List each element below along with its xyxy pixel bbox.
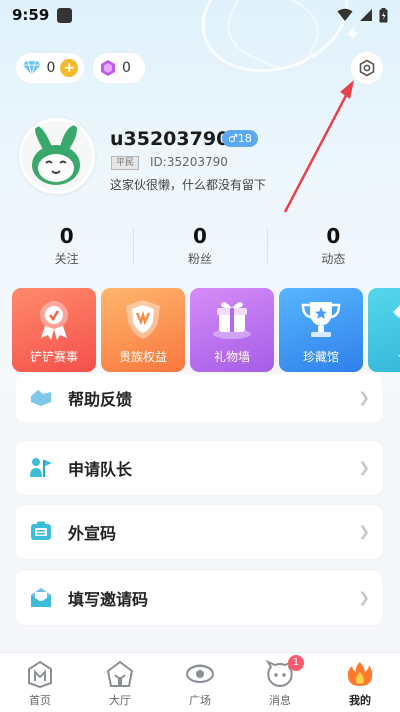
rabbit-avatar-icon — [32, 125, 80, 185]
battery-icon — [379, 7, 388, 22]
menu-item-label: 帮助反馈 — [68, 390, 133, 409]
menu-item-label: 填写邀请码 — [68, 590, 149, 609]
settings-icon — [359, 59, 375, 77]
gift-icon — [190, 296, 274, 344]
tab-hall[interactable]: 大厅 — [80, 653, 160, 712]
menu-item-label: 外宣码 — [68, 524, 117, 543]
card-gift-wall[interactable]: 礼物墙 — [190, 288, 274, 372]
card-tournaments[interactable]: 铲铲赛事 — [12, 288, 96, 372]
tab-label: 大厅 — [109, 694, 131, 707]
card-noble-rights[interactable]: 贵族权益 — [101, 288, 185, 372]
signal-icon — [360, 9, 372, 21]
menu-item-label: 申请队长 — [68, 460, 133, 479]
avatar[interactable] — [19, 118, 95, 194]
card-label: 贵族权益 — [118, 350, 167, 364]
unread-badge: 1 — [288, 655, 304, 671]
stat-count: 0 — [59, 224, 74, 248]
card-personality[interactable]: 个性 — [368, 288, 400, 372]
user-bio: 这家伙很懒，什么都没有留下 — [110, 178, 267, 192]
stat-label: 关注 — [54, 252, 79, 266]
cup-icon — [279, 296, 363, 344]
stat-following[interactable]: 0 关注 — [0, 222, 133, 274]
stat-followers[interactable]: 0 粉丝 — [133, 222, 266, 274]
username: u35203790 — [110, 128, 230, 150]
stat-posts[interactable]: 0 动态 — [266, 222, 400, 274]
card-label: 铲铲赛事 — [29, 350, 78, 364]
shirt-icon — [368, 296, 400, 344]
invite-envelope-icon — [28, 585, 54, 611]
menu-item-apply-captain[interactable]: 申请队长 ❯ — [16, 441, 382, 495]
diamond-balance[interactable]: 0 + — [16, 53, 84, 83]
tab-square[interactable]: 广场 — [160, 653, 240, 712]
gem-balance[interactable]: 0 — [93, 53, 145, 83]
diamond-icon — [22, 61, 41, 75]
tab-label: 广场 — [189, 694, 211, 707]
app-notification-icon — [57, 7, 73, 23]
stat-label: 粉丝 — [187, 252, 212, 266]
stats-row: 0 关注 0 粉丝 0 动态 — [0, 222, 400, 274]
tab-mine[interactable]: 我的 — [320, 653, 400, 712]
tab-messages[interactable]: 1 消息 — [240, 653, 320, 712]
gem-count: 0 — [122, 60, 131, 76]
bottom-tab-bar: 首页 大厅 广场 1 消息 我的 — [0, 652, 400, 712]
card-collection[interactable]: 珍藏馆 — [279, 288, 363, 372]
stat-label: 动态 — [321, 252, 346, 266]
home-icon — [28, 660, 52, 689]
square-icon — [186, 664, 214, 683]
rank-badge: 平民 — [111, 156, 140, 170]
menu-item-help-feedback[interactable]: 帮助反馈 ❯ — [16, 374, 382, 422]
status-bar: 9:59 — [0, 0, 400, 30]
gender-age-badge: ♂18 — [222, 130, 258, 147]
menu-item-promo-code[interactable]: 外宣码 ❯ — [16, 505, 382, 559]
promo-code-icon — [28, 519, 54, 545]
tab-label: 我的 — [349, 694, 371, 707]
card-label: 个性 — [368, 348, 400, 365]
gem-icon — [101, 60, 115, 76]
menu-item-invite-code[interactable]: 填写邀请码 ❯ — [16, 571, 382, 625]
chevron-right-icon: ❯ — [358, 460, 370, 476]
chevron-right-icon: ❯ — [358, 590, 370, 606]
settings-button[interactable] — [351, 52, 383, 84]
help-feedback-icon — [28, 385, 54, 411]
feature-cards: 铲铲赛事 贵族权益 礼物墙 珍藏馆 — [12, 288, 400, 372]
tab-label: 消息 — [269, 694, 291, 707]
card-label: 珍藏馆 — [302, 350, 339, 364]
stat-count: 0 — [326, 224, 341, 248]
captain-flag-icon — [28, 455, 54, 481]
chevron-right-icon: ❯ — [358, 390, 370, 406]
user-id: ID:35203790 — [150, 155, 228, 169]
mine-icon — [347, 662, 373, 686]
card-label: 礼物墙 — [213, 350, 250, 364]
add-diamond-button[interactable]: + — [60, 59, 78, 77]
status-icons — [337, 7, 388, 23]
trophy-medal-icon — [12, 296, 96, 344]
status-time: 9:59 — [12, 6, 50, 24]
tab-home[interactable]: 首页 — [0, 653, 80, 712]
noble-shield-icon — [101, 296, 185, 344]
chevron-right-icon: ❯ — [358, 524, 370, 540]
stat-count: 0 — [193, 224, 207, 248]
diamond-count: 0 — [46, 60, 56, 76]
tab-label: 首页 — [29, 694, 51, 707]
wifi-icon — [337, 8, 353, 21]
hall-icon — [106, 660, 134, 687]
